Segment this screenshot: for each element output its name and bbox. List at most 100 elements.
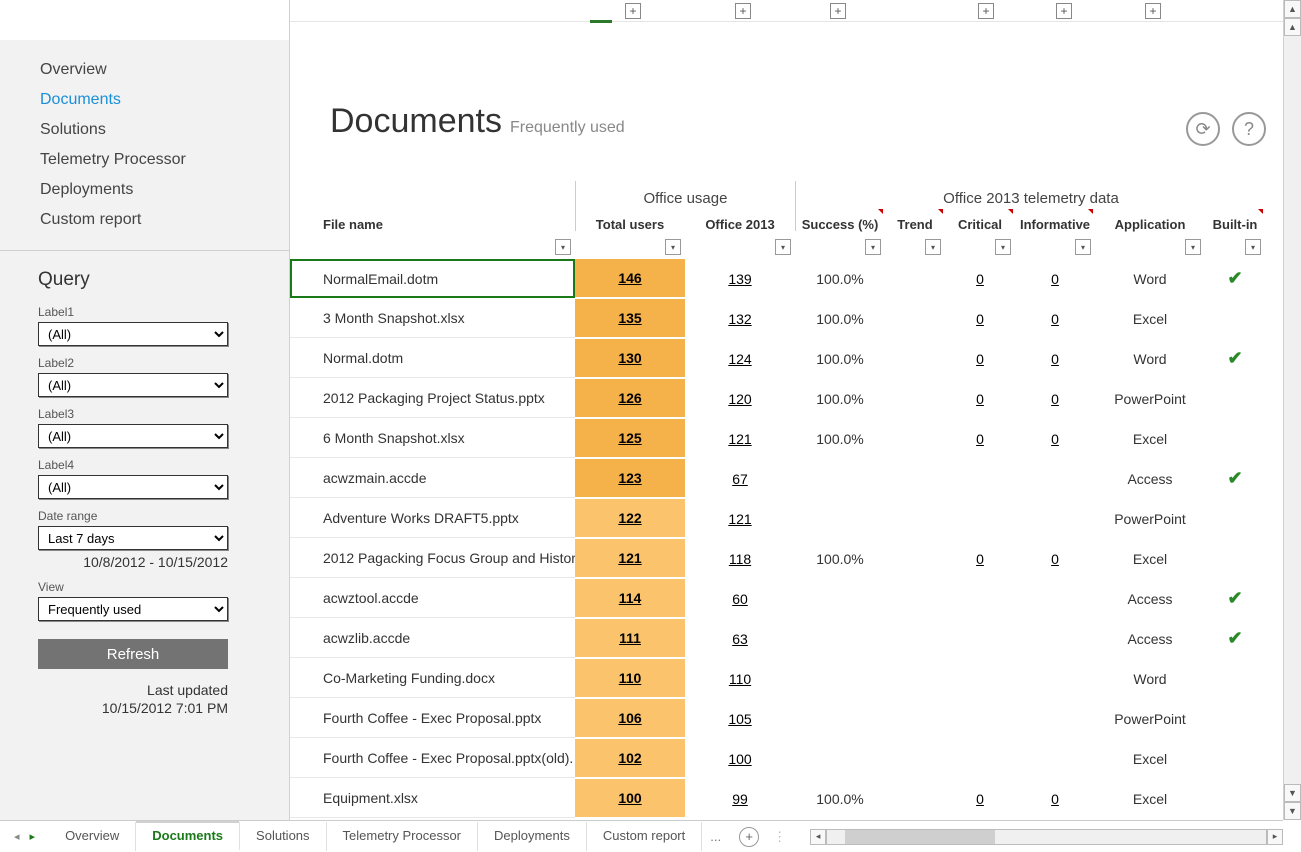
cell-informative[interactable]: 0 [1015, 311, 1095, 327]
cell-informative[interactable]: 0 [1015, 391, 1095, 407]
tab-nav-first-icon[interactable]: ◂ [14, 830, 20, 843]
cell-total-users[interactable]: 111 [575, 619, 685, 658]
nav-item-documents[interactable]: Documents [40, 85, 289, 115]
cell-office2013[interactable]: 105 [685, 711, 795, 727]
date-range-select[interactable]: Last 7 days [38, 526, 228, 550]
cell-critical[interactable]: 0 [945, 311, 1015, 327]
label1-select[interactable]: (All) [38, 322, 228, 346]
cell-critical[interactable]: 0 [945, 391, 1015, 407]
tab-nav-next-icon[interactable]: ▸ [30, 830, 36, 843]
cell-total-users[interactable]: 146 [575, 259, 685, 298]
table-row[interactable]: Normal.dotm130124100.0%00Word✔ [290, 339, 1301, 379]
cell-office2013[interactable]: 139 [685, 271, 795, 287]
cell-informative[interactable]: 0 [1015, 551, 1095, 567]
cell-informative[interactable]: 0 [1015, 791, 1095, 807]
cell-office2013[interactable]: 63 [685, 631, 795, 647]
label4-select[interactable]: (All) [38, 475, 228, 499]
cell-office2013[interactable]: 110 [685, 671, 795, 687]
help-icon[interactable]: ? [1232, 112, 1266, 146]
scroll-right-icon[interactable]: ▸ [1267, 829, 1283, 845]
nav-item-custom-report[interactable]: Custom report [40, 205, 289, 235]
cell-critical[interactable]: 0 [945, 791, 1015, 807]
cell-office2013[interactable]: 121 [685, 431, 795, 447]
cell-total-users[interactable]: 126 [575, 379, 685, 418]
label2-select[interactable]: (All) [38, 373, 228, 397]
cell-informative[interactable]: 0 [1015, 431, 1095, 447]
horizontal-scrollbar[interactable]: ◂ ▸ [810, 828, 1283, 846]
table-row[interactable]: 2012 Pagacking Focus Group and Historic1… [290, 539, 1301, 579]
cell-total-users[interactable]: 106 [575, 699, 685, 738]
filter-icon[interactable]: ▾ [555, 239, 571, 255]
sheet-tab-overview[interactable]: Overview [49, 822, 136, 851]
cell-total-users[interactable]: 135 [575, 299, 685, 338]
cell-office2013[interactable]: 120 [685, 391, 795, 407]
cell-total-users[interactable]: 122 [575, 499, 685, 538]
table-row[interactable]: Fourth Coffee - Exec Proposal.pptx(old).… [290, 739, 1301, 779]
cell-total-users[interactable]: 123 [575, 459, 685, 498]
add-sheet-icon[interactable]: + [739, 827, 759, 847]
sheet-tab-documents[interactable]: Documents [136, 822, 240, 851]
cell-office2013[interactable]: 124 [685, 351, 795, 367]
cell-total-users[interactable]: 100 [575, 779, 685, 818]
expand-icon[interactable]: + [735, 3, 751, 19]
table-row[interactable]: acwzmain.accde12367Access✔ [290, 459, 1301, 499]
table-row[interactable]: 2012 Packaging Project Status.pptx126120… [290, 379, 1301, 419]
cell-critical[interactable]: 0 [945, 351, 1015, 367]
expand-icon[interactable]: + [830, 3, 846, 19]
filter-icon[interactable]: ▾ [1245, 239, 1261, 255]
expand-icon[interactable]: + [1145, 3, 1161, 19]
filter-icon[interactable]: ▾ [665, 239, 681, 255]
cell-critical[interactable]: 0 [945, 431, 1015, 447]
filter-icon[interactable]: ▾ [775, 239, 791, 255]
filter-icon[interactable]: ▾ [995, 239, 1011, 255]
expand-icon[interactable]: + [625, 3, 641, 19]
cell-critical[interactable]: 0 [945, 271, 1015, 287]
cell-total-users[interactable]: 110 [575, 659, 685, 698]
filter-icon[interactable]: ▾ [865, 239, 881, 255]
filter-icon[interactable]: ▾ [1075, 239, 1091, 255]
cell-informative[interactable]: 0 [1015, 271, 1095, 287]
expand-icon[interactable]: + [1056, 3, 1072, 19]
cell-office2013[interactable]: 60 [685, 591, 795, 607]
refresh-icon[interactable]: ⟳ [1186, 112, 1220, 146]
expand-icon[interactable]: + [978, 3, 994, 19]
nav-item-overview[interactable]: Overview [40, 55, 289, 85]
table-row[interactable]: 3 Month Snapshot.xlsx135132100.0%00Excel [290, 299, 1301, 339]
table-row[interactable]: Equipment.xlsx10099100.0%00Excel [290, 779, 1301, 819]
cell-total-users[interactable]: 102 [575, 739, 685, 778]
column-trend[interactable]: Trend [885, 209, 945, 239]
column-total-users[interactable]: Total users [575, 209, 685, 239]
column-application[interactable]: Application [1095, 209, 1205, 239]
label3-select[interactable]: (All) [38, 424, 228, 448]
sheet-tab-solutions[interactable]: Solutions [240, 822, 326, 851]
cell-critical[interactable]: 0 [945, 551, 1015, 567]
sheet-tab-custom-report[interactable]: Custom report [587, 822, 702, 851]
filter-icon[interactable]: ▾ [925, 239, 941, 255]
cell-total-users[interactable]: 121 [575, 539, 685, 578]
column-success[interactable]: Success (%) [795, 209, 885, 239]
sheet-tab-deployments[interactable]: Deployments [478, 822, 587, 851]
column-office2013[interactable]: Office 2013 [685, 209, 795, 239]
tabs-ellipsis[interactable]: ... [702, 829, 729, 844]
table-row[interactable]: Adventure Works DRAFT5.pptx122121PowerPo… [290, 499, 1301, 539]
sheet-tab-telemetry-processor[interactable]: Telemetry Processor [327, 822, 478, 851]
scroll-down-icon[interactable]: ▼ [1284, 784, 1301, 802]
scroll-up-icon[interactable]: ▲ [1284, 0, 1301, 18]
table-row[interactable]: acwzlib.accde11163Access✔ [290, 619, 1301, 659]
table-row[interactable]: Co-Marketing Funding.docx110110Word [290, 659, 1301, 699]
refresh-button[interactable]: Refresh [38, 639, 228, 669]
cell-total-users[interactable]: 125 [575, 419, 685, 458]
scroll-down-icon[interactable]: ▼ [1284, 802, 1301, 820]
scroll-left-icon[interactable]: ◂ [810, 829, 826, 845]
cell-office2013[interactable]: 121 [685, 511, 795, 527]
table-row[interactable]: 6 Month Snapshot.xlsx125121100.0%00Excel [290, 419, 1301, 459]
table-row[interactable]: acwztool.accde11460Access✔ [290, 579, 1301, 619]
cell-informative[interactable]: 0 [1015, 351, 1095, 367]
table-row[interactable]: NormalEmail.dotm146139100.0%00Word✔ [290, 259, 1301, 299]
vertical-scrollbar[interactable]: ▲ ▲ ▼ ▼ [1283, 0, 1301, 820]
cell-office2013[interactable]: 99 [685, 791, 795, 807]
cell-office2013[interactable]: 118 [685, 551, 795, 567]
cell-total-users[interactable]: 114 [575, 579, 685, 618]
nav-item-solutions[interactable]: Solutions [40, 115, 289, 145]
column-critical[interactable]: Critical [945, 209, 1015, 239]
